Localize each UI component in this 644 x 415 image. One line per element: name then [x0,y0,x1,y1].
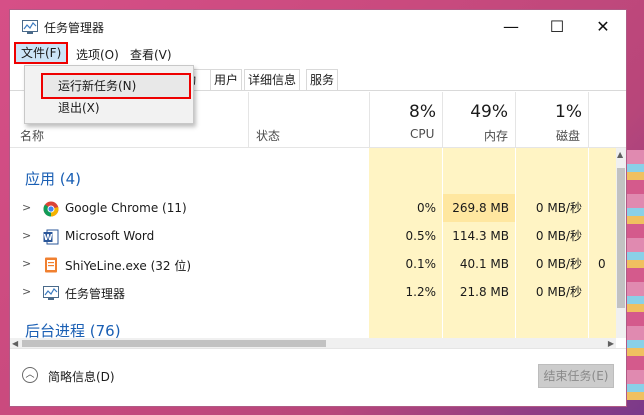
column-disk[interactable]: 磁盘 [556,127,580,144]
process-list: 应用 (4) > Google Chrome (11) 0% 269.8 MB … [10,148,616,338]
title-bar: 任务管理器 — ☐ ✕ [10,10,626,42]
menu-options[interactable]: 选项(O) [74,45,121,64]
cpu-cell: 0.5% [405,229,437,243]
chevron-right-icon[interactable]: > [22,229,31,242]
tab-details[interactable]: 详细信息 [244,69,301,90]
process-name: Google Chrome (11) [65,201,187,215]
fewer-details-link[interactable]: 简略信息(D) [48,368,115,385]
chevron-right-icon[interactable]: > [22,285,31,298]
word-icon: W [43,229,59,245]
chevron-up-icon[interactable]: ︿ [22,367,38,383]
memory-percent: 49% [470,102,508,122]
table-row[interactable]: > W Microsoft Word 0.5% 114.3 MB 0 MB/秒 [10,222,616,250]
svg-text:W: W [44,233,53,242]
group-apps: 应用 (4) [25,170,82,188]
tab-users[interactable]: 用户 [210,69,243,90]
memory-cell: 114.3 MB [452,229,509,243]
process-name: Microsoft Word [65,229,155,243]
vertical-scroll-thumb[interactable] [617,168,625,308]
memory-cell: 21.8 MB [459,285,509,299]
horizontal-scroll-thumb[interactable] [22,340,326,347]
disk-cell: 0 MB/秒 [535,229,582,243]
process-name: ShiYeLine.exe (32 位) [65,259,192,273]
chrome-icon [43,201,59,217]
task-manager-icon [22,20,38,34]
shiyeline-icon [45,257,57,273]
scroll-up-icon[interactable]: ▲ [617,150,623,159]
tab-services[interactable]: 服务 [306,69,339,90]
disk-cell: 0 MB/秒 [535,201,582,215]
column-name[interactable]: 名称 [20,127,44,144]
chevron-right-icon[interactable]: > [22,201,31,214]
scroll-left-icon[interactable]: ◀ [12,339,18,348]
group-background: 后台进程 (76) [25,322,121,338]
disk-cell: 0 MB/秒 [535,285,582,299]
table-row[interactable]: > Google Chrome (11) 0% 269.8 MB 0 MB/秒 [10,194,616,222]
cpu-percent: 8% [409,102,436,122]
process-name: 任务管理器 [65,287,126,301]
column-cpu[interactable]: CPU [410,127,434,141]
maximize-button[interactable]: ☐ [534,10,580,42]
memory-cell: 269.8 MB [443,194,515,222]
cpu-cell: 1.2% [405,285,437,299]
vertical-scrollbar[interactable]: ▲ [616,148,626,338]
column-memory[interactable]: 内存 [484,127,508,144]
menu-item-run-new-task[interactable]: 运行新任务(N) [41,73,191,99]
task-manager-window: 任务管理器 — ☐ ✕ 文件(F) 选项(O) 查看(V) 自动 用户 详细信息… [9,9,627,407]
chevron-right-icon[interactable]: > [22,257,31,270]
menu-file[interactable]: 文件(F) [14,42,69,64]
scroll-right-icon[interactable]: ▶ [608,339,614,348]
task-manager-icon [43,286,59,300]
cpu-cell: 0% [416,201,436,215]
end-task-button[interactable]: 结束任务(E) [538,364,614,388]
window-title: 任务管理器 [44,21,105,35]
column-status[interactable]: 状态 [256,127,280,144]
close-button[interactable]: ✕ [580,10,626,42]
cpu-cell: 0.1% [405,257,437,271]
file-menu-dropdown: 运行新任务(N) 退出(X) [24,65,194,124]
extra-cell: 0 [598,257,606,271]
table-row[interactable]: > ShiYeLine.exe (32 位) 0.1% 40.1 MB 0 MB… [10,250,616,278]
table-row[interactable]: > 任务管理器 1.2% 21.8 MB 0 MB/秒 [10,278,616,306]
footer: ︿ 简略信息(D) 结束任务(E) [10,348,626,406]
menu-item-exit[interactable]: 退出(X) [33,97,185,119]
memory-cell: 40.1 MB [459,257,509,271]
menu-view[interactable]: 查看(V) [128,45,174,64]
minimize-button[interactable]: — [488,10,534,42]
menu-bar: 文件(F) 选项(O) 查看(V) [10,42,626,64]
disk-cell: 0 MB/秒 [535,257,582,271]
disk-percent: 1% [555,102,582,122]
